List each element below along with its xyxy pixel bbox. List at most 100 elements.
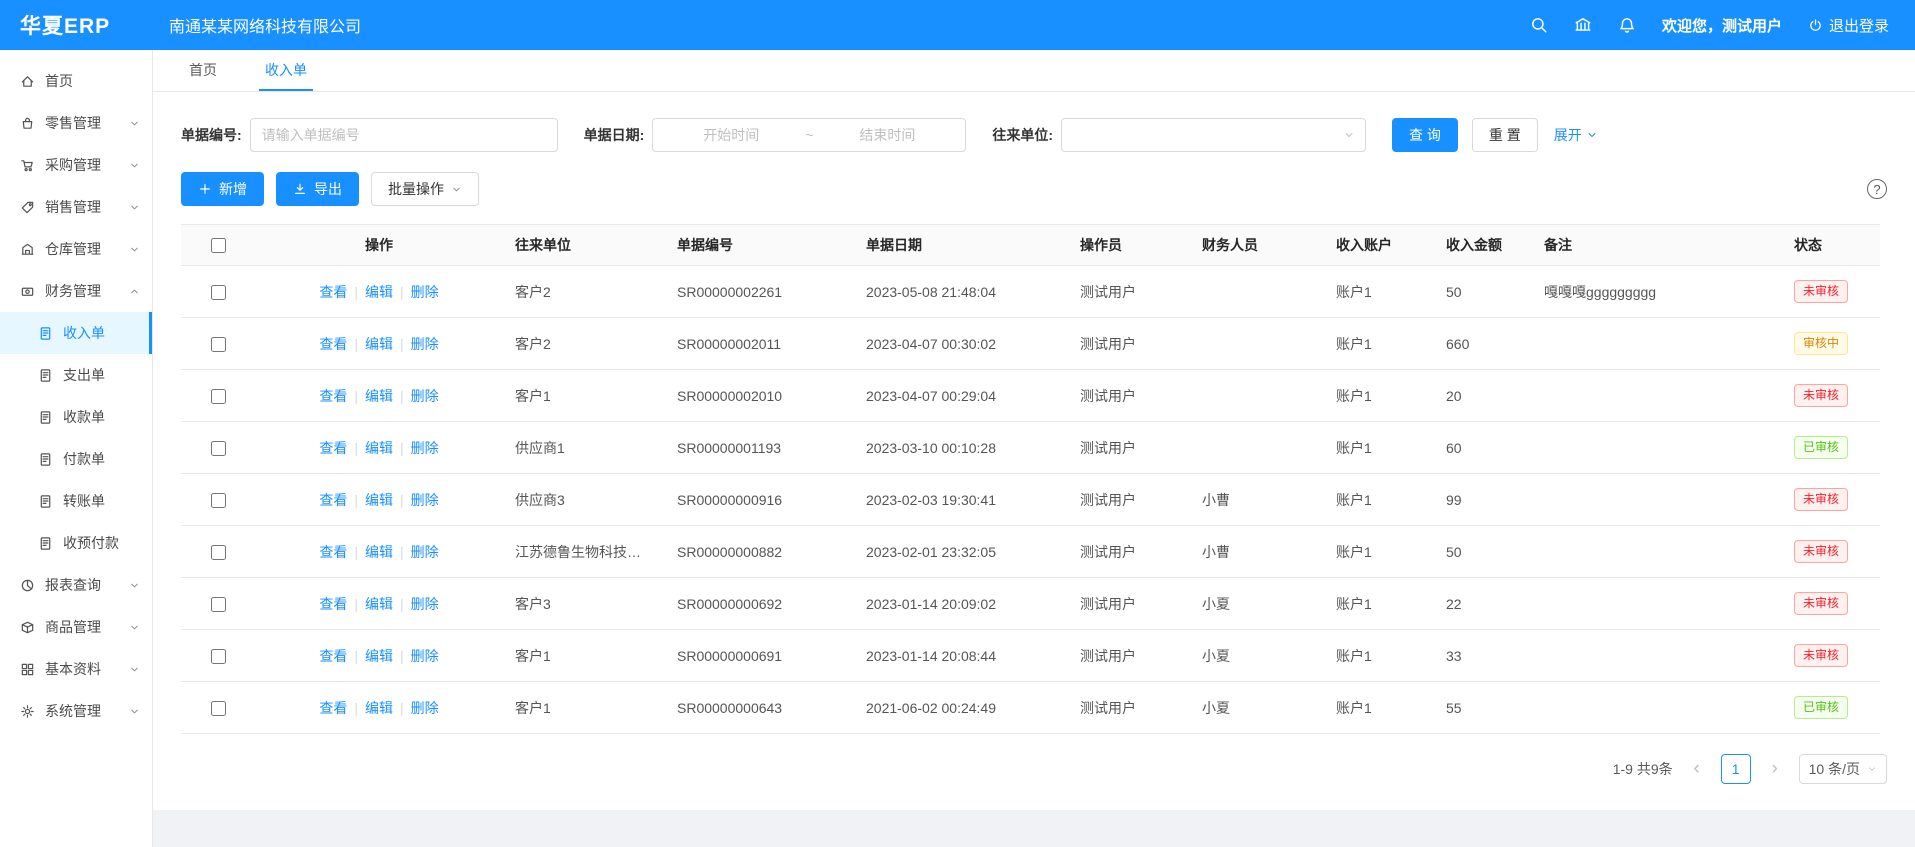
sidebar-item-base[interactable]: 基本资料 <box>0 648 152 690</box>
delete-link[interactable]: 删除 <box>411 492 439 508</box>
reset-button[interactable]: 重 置 <box>1472 118 1538 152</box>
cell-finance <box>1190 266 1324 318</box>
sidebar-item-goods[interactable]: 商品管理 <box>0 606 152 648</box>
toolbar: 新增 导出 批量操作 ? <box>181 172 1887 206</box>
delete-link[interactable]: 删除 <box>411 284 439 300</box>
prev-page-button[interactable]: ‹ <box>1683 754 1711 784</box>
cell-status: 未审核 <box>1782 526 1880 578</box>
sidebar-subitem-transfer[interactable]: 转账单 <box>0 480 152 522</box>
edit-link[interactable]: 编辑 <box>365 544 393 560</box>
chevron-down-icon <box>129 664 140 675</box>
sidebar-item-system[interactable]: 系统管理 <box>0 690 152 732</box>
logout-button[interactable]: 退出登录 <box>1808 15 1889 36</box>
sidebar-item-label: 报表查询 <box>45 575 119 595</box>
date-range-picker[interactable]: 开始时间 ~ 结束时间 <box>652 118 966 152</box>
purchase-icon <box>20 158 35 173</box>
page-number-1[interactable]: 1 <box>1721 754 1751 784</box>
view-link[interactable]: 查看 <box>319 492 347 508</box>
sidebar-subitem-expense[interactable]: 支出单 <box>0 354 152 396</box>
sidebar-item-label: 零售管理 <box>45 113 119 133</box>
sidebar-subitem-payment[interactable]: 付款单 <box>0 438 152 480</box>
row-checkbox[interactable] <box>211 441 226 456</box>
welcome-text: 欢迎您，测试用户 <box>1662 15 1782 36</box>
view-link[interactable]: 查看 <box>319 648 347 664</box>
cell-status: 已审核 <box>1782 422 1880 474</box>
row-checkbox[interactable] <box>211 545 226 560</box>
sidebar-item-sales[interactable]: 销售管理 <box>0 186 152 228</box>
add-button[interactable]: 新增 <box>181 172 264 206</box>
view-link[interactable]: 查看 <box>319 596 347 612</box>
cell-finance: 小曹 <box>1190 474 1324 526</box>
chevron-down-icon <box>451 184 462 195</box>
sidebar-item-warehouse[interactable]: 仓库管理 <box>0 228 152 270</box>
cell-remark <box>1532 422 1782 474</box>
edit-link[interactable]: 编辑 <box>365 700 393 716</box>
sidebar-item-label: 系统管理 <box>45 701 119 721</box>
edit-link[interactable]: 编辑 <box>365 440 393 456</box>
sidebar-subitem-income[interactable]: 收入单 <box>0 312 152 354</box>
batch-ops-button[interactable]: 批量操作 <box>371 172 479 206</box>
delete-link[interactable]: 删除 <box>411 440 439 456</box>
edit-link[interactable]: 编辑 <box>365 648 393 664</box>
unit-select[interactable] <box>1061 118 1366 152</box>
view-link[interactable]: 查看 <box>319 336 347 352</box>
row-checkbox[interactable] <box>211 493 226 508</box>
sidebar-item-retail[interactable]: 零售管理 <box>0 102 152 144</box>
sidebar-item-report[interactable]: 报表查询 <box>0 564 152 606</box>
view-link[interactable]: 查看 <box>319 440 347 456</box>
page-size-select[interactable]: 10 条/页 <box>1799 754 1887 784</box>
edit-link[interactable]: 编辑 <box>365 596 393 612</box>
cell-unit: 客户1 <box>503 370 665 422</box>
sidebar-item-home[interactable]: 首页 <box>0 60 152 102</box>
expand-link[interactable]: 展开 <box>1554 125 1598 145</box>
next-page-button[interactable]: › <box>1761 754 1789 784</box>
tab-income-bill[interactable]: 收入单 <box>259 50 313 91</box>
income-bill-table: 操作往来单位单据编号单据日期操作员财务人员收入账户收入金额备注状态 查看|编辑|… <box>181 224 1880 734</box>
goods-icon <box>20 620 35 635</box>
tab-bar: 首页收入单 <box>153 50 1915 92</box>
view-link[interactable]: 查看 <box>319 284 347 300</box>
tab-home[interactable]: 首页 <box>183 50 223 91</box>
chevron-down-icon <box>129 706 140 717</box>
edit-link[interactable]: 编辑 <box>365 492 393 508</box>
chevron-up-icon <box>129 286 140 297</box>
delete-link[interactable]: 删除 <box>411 544 439 560</box>
edit-link[interactable]: 编辑 <box>365 336 393 352</box>
search-icon[interactable] <box>1530 16 1548 34</box>
cell-no: SR00000000916 <box>665 474 854 526</box>
row-checkbox[interactable] <box>211 285 226 300</box>
cell-select <box>181 682 255 734</box>
filter-bar: 单据编号: 单据日期: 开始时间 ~ 结束时间 往来单位: 查 询 重 置 <box>181 118 1887 152</box>
delete-link[interactable]: 删除 <box>411 596 439 612</box>
sidebar-item-purchase[interactable]: 采购管理 <box>0 144 152 186</box>
view-link[interactable]: 查看 <box>319 700 347 716</box>
delete-link[interactable]: 删除 <box>411 648 439 664</box>
bank-icon[interactable] <box>1574 16 1592 34</box>
row-checkbox[interactable] <box>211 337 226 352</box>
cell-actions: 查看|编辑|删除 <box>255 422 503 474</box>
delete-link[interactable]: 删除 <box>411 336 439 352</box>
view-link[interactable]: 查看 <box>319 544 347 560</box>
row-checkbox[interactable] <box>211 597 226 612</box>
edit-link[interactable]: 编辑 <box>365 284 393 300</box>
row-checkbox[interactable] <box>211 701 226 716</box>
search-button[interactable]: 查 询 <box>1392 118 1458 152</box>
help-icon[interactable]: ? <box>1867 179 1887 199</box>
export-button[interactable]: 导出 <box>276 172 359 206</box>
warehouse-icon <box>20 242 35 257</box>
delete-link[interactable]: 删除 <box>411 700 439 716</box>
row-checkbox[interactable] <box>211 389 226 404</box>
sidebar-subitem-receipt[interactable]: 收款单 <box>0 396 152 438</box>
bell-icon[interactable] <box>1618 16 1636 34</box>
sidebar-subitem-advance[interactable]: 收预付款 <box>0 522 152 564</box>
export-label: 导出 <box>314 179 342 199</box>
select-all-checkbox[interactable] <box>211 238 226 253</box>
row-checkbox[interactable] <box>211 649 226 664</box>
bill-no-input[interactable] <box>250 118 558 152</box>
action-separator: | <box>354 284 358 300</box>
sidebar-item-finance[interactable]: 财务管理 <box>0 270 152 312</box>
doc-icon <box>38 494 53 509</box>
delete-link[interactable]: 删除 <box>411 388 439 404</box>
edit-link[interactable]: 编辑 <box>365 388 393 404</box>
view-link[interactable]: 查看 <box>319 388 347 404</box>
